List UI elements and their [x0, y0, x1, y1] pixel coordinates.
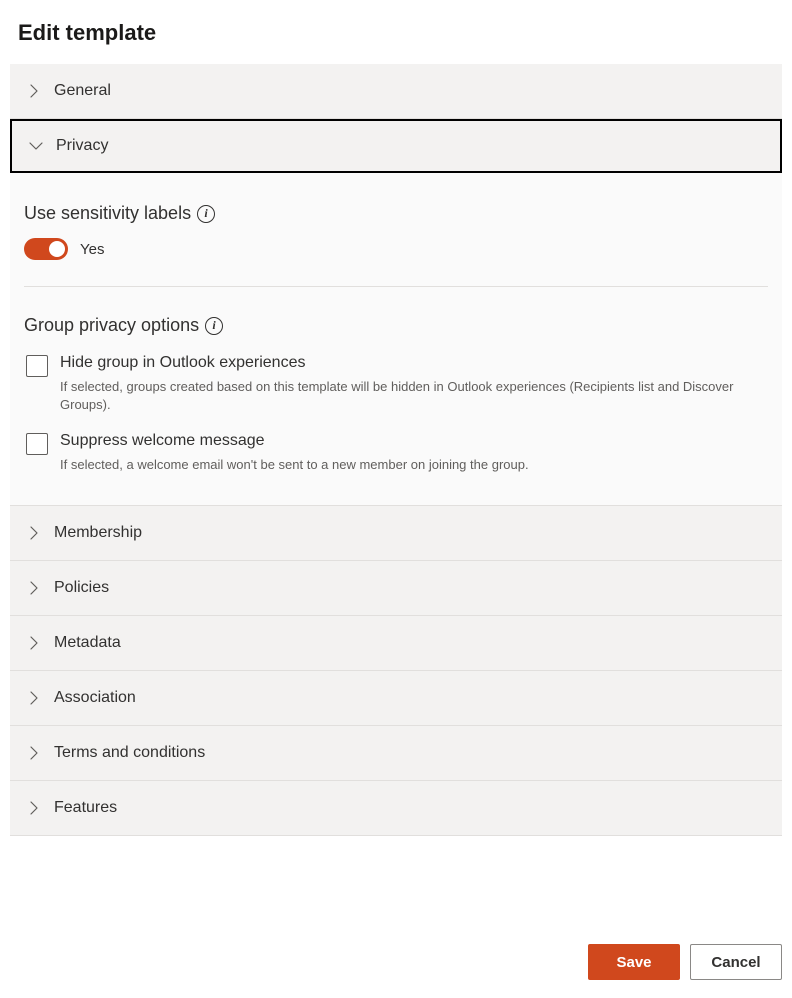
chevron-right-icon	[24, 743, 44, 763]
option-suppress-welcome-texts: Suppress welcome message If selected, a …	[60, 432, 768, 474]
section-features: Features	[10, 781, 782, 836]
section-privacy-body: Use sensitivity labels i Yes Group priva…	[10, 173, 782, 505]
info-icon[interactable]: i	[205, 317, 223, 335]
option-suppress-welcome-desc: If selected, a welcome email won't be se…	[60, 456, 768, 474]
sensitivity-toggle-label: Yes	[80, 241, 104, 258]
section-general-header[interactable]: General	[10, 64, 782, 118]
section-terms: Terms and conditions	[10, 726, 782, 781]
section-features-label: Features	[54, 799, 117, 817]
chevron-right-icon	[24, 798, 44, 818]
page-title: Edit template	[18, 20, 782, 46]
accordion: General Privacy Use sensitivity labels i	[10, 64, 782, 836]
group-privacy-title-row: Group privacy options i	[24, 315, 768, 336]
section-policies-label: Policies	[54, 579, 109, 597]
chevron-down-icon	[26, 136, 46, 156]
section-policies-header[interactable]: Policies	[10, 561, 782, 615]
option-suppress-welcome: Suppress welcome message If selected, a …	[24, 432, 768, 474]
section-general-label: General	[54, 82, 111, 100]
sensitivity-toggle-row: Yes	[24, 238, 768, 260]
section-membership-label: Membership	[54, 524, 142, 542]
chevron-right-icon	[24, 578, 44, 598]
toggle-knob	[49, 241, 65, 257]
footer: Save Cancel	[0, 926, 792, 998]
option-hide-outlook-texts: Hide group in Outlook experiences If sel…	[60, 354, 768, 414]
option-hide-outlook-label: Hide group in Outlook experiences	[60, 354, 768, 372]
option-hide-outlook-desc: If selected, groups created based on thi…	[60, 378, 768, 414]
section-membership: Membership	[10, 506, 782, 561]
save-button[interactable]: Save	[588, 944, 680, 980]
option-hide-outlook: Hide group in Outlook experiences If sel…	[24, 354, 768, 414]
cancel-button[interactable]: Cancel	[690, 944, 782, 980]
chevron-right-icon	[24, 688, 44, 708]
checkbox-suppress-welcome[interactable]	[26, 433, 48, 455]
chevron-right-icon	[24, 81, 44, 101]
section-association: Association	[10, 671, 782, 726]
section-features-header[interactable]: Features	[10, 781, 782, 835]
section-terms-header[interactable]: Terms and conditions	[10, 726, 782, 780]
option-suppress-welcome-label: Suppress welcome message	[60, 432, 768, 450]
section-terms-label: Terms and conditions	[54, 744, 205, 762]
section-metadata-label: Metadata	[54, 634, 121, 652]
section-privacy-label: Privacy	[56, 137, 108, 155]
section-association-header[interactable]: Association	[10, 671, 782, 725]
checkbox-hide-outlook[interactable]	[26, 355, 48, 377]
chevron-right-icon	[24, 523, 44, 543]
divider	[24, 286, 768, 287]
section-privacy-header[interactable]: Privacy	[10, 119, 782, 173]
sensitivity-toggle[interactable]	[24, 238, 68, 260]
section-privacy: Privacy Use sensitivity labels i Yes Gro…	[10, 119, 782, 506]
section-membership-header[interactable]: Membership	[10, 506, 782, 560]
section-metadata-header[interactable]: Metadata	[10, 616, 782, 670]
section-association-label: Association	[54, 689, 136, 707]
section-policies: Policies	[10, 561, 782, 616]
chevron-right-icon	[24, 633, 44, 653]
section-general: General	[10, 64, 782, 119]
section-metadata: Metadata	[10, 616, 782, 671]
sensitivity-title: Use sensitivity labels	[24, 203, 191, 224]
group-privacy-title: Group privacy options	[24, 315, 199, 336]
sensitivity-title-row: Use sensitivity labels i	[24, 203, 768, 224]
info-icon[interactable]: i	[197, 205, 215, 223]
